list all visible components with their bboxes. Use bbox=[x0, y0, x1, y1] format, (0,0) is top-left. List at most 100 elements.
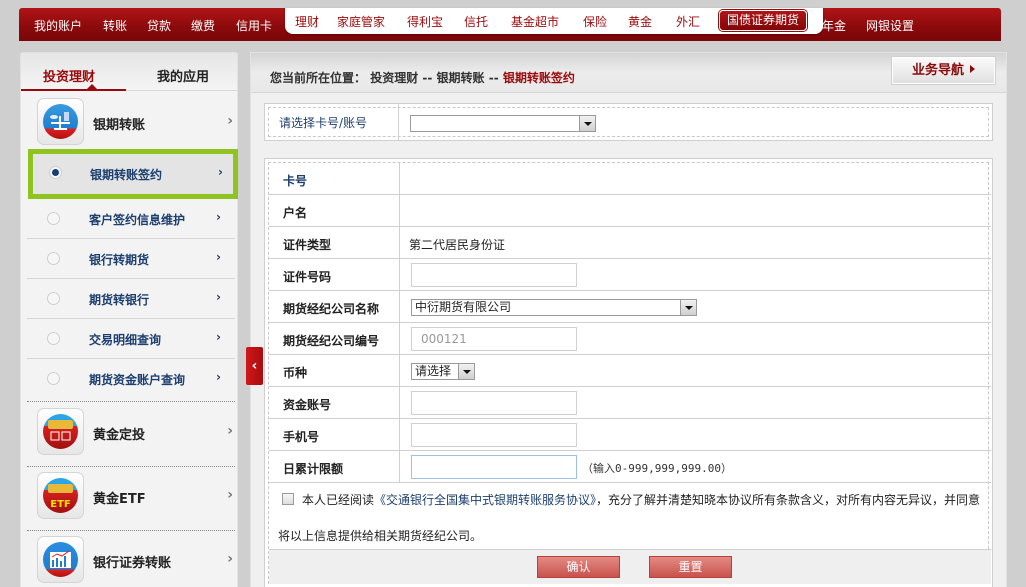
sidebar-category-label: 银行证券转账 bbox=[93, 556, 172, 571]
reset-button[interactable]: 重置 bbox=[649, 556, 732, 578]
sidebar-item-bank-to-futures[interactable]: 银行转期货 › bbox=[27, 239, 235, 279]
daily-limit-input[interactable] bbox=[411, 455, 577, 479]
gold-etf-icon: ETF bbox=[37, 472, 84, 519]
nav-ebank-settings[interactable]: 网银设置 bbox=[866, 17, 914, 34]
svg-text:ETF: ETF bbox=[50, 499, 70, 510]
divider bbox=[399, 195, 400, 227]
form-row-mobile: 手机号 bbox=[269, 419, 991, 451]
sidebar-category-bank-futures[interactable]: 银期转账 › bbox=[21, 93, 237, 155]
chevron-right-icon: › bbox=[216, 370, 221, 384]
chevron-right-icon: › bbox=[227, 551, 233, 567]
broker-name-select-value: 中衍期货有限公司 bbox=[415, 300, 512, 314]
sidebar-category-bank-securities[interactable]: 银行证券转账 › bbox=[21, 531, 237, 587]
mobile-input[interactable] bbox=[411, 423, 577, 447]
field-label: 期货经纪公司编号 bbox=[283, 334, 380, 348]
dropdown-arrow-icon bbox=[579, 116, 595, 131]
nav-forex[interactable]: 外汇 bbox=[676, 13, 700, 30]
sidebar-item-label: 银行转期货 bbox=[89, 253, 150, 267]
agreement-prefix: 本人已经阅读 bbox=[302, 493, 375, 507]
scale-icon bbox=[37, 98, 84, 145]
active-tab-indicator bbox=[21, 89, 126, 91]
sidebar-item-futures-account-query[interactable]: 期货资金账户查询 › bbox=[27, 359, 235, 399]
radio-icon bbox=[47, 252, 60, 265]
business-navigation-button[interactable]: 业务导航 bbox=[892, 57, 995, 84]
sidebar-item-transaction-query[interactable]: 交易明细查询 › bbox=[27, 319, 235, 359]
nav-transfer[interactable]: 转账 bbox=[103, 17, 127, 34]
nav-credit-card[interactable]: 信用卡 bbox=[236, 17, 272, 34]
nav-delibao[interactable]: 得利宝 bbox=[407, 13, 443, 30]
nav-payment[interactable]: 缴费 bbox=[191, 17, 215, 34]
broker-code-input[interactable]: 000121 bbox=[411, 327, 577, 351]
id-number-input[interactable] bbox=[411, 263, 577, 287]
chevron-right-icon: › bbox=[216, 250, 221, 264]
sidebar-category-gold-investment[interactable]: 黄金定投 › bbox=[21, 403, 237, 465]
tab-investment[interactable]: 投资理财 bbox=[43, 66, 95, 85]
radio-icon bbox=[47, 212, 60, 225]
sidebar-item-customer-info[interactable]: 客户签约信息维护 › bbox=[27, 199, 235, 239]
divider bbox=[399, 451, 400, 483]
nav-wealth-group: 理财 家庭管家 得利宝 信托 基金超市 保险 黄金 外汇 国债证券期货 bbox=[285, 8, 823, 34]
nav-gold[interactable]: 黄金 bbox=[628, 13, 652, 30]
nav-annuity[interactable]: 年金 bbox=[822, 17, 846, 34]
field-label: 手机号 bbox=[283, 430, 320, 444]
agreement-line: 本人已经阅读《交通银行全国集中式银期转账服务协议》，充分了解并清楚知晓本协议所有… bbox=[282, 491, 980, 508]
divider bbox=[398, 104, 399, 140]
agreement-link[interactable]: 《交通银行全国集中式银期转账服务协议》 bbox=[374, 493, 596, 507]
agreement-line-2: 将以上信息提供给相关期货经纪公司。 bbox=[278, 529, 483, 543]
confirm-button[interactable]: 确认 bbox=[537, 556, 620, 578]
collapse-sidebar-button[interactable]: ‹ bbox=[246, 347, 263, 385]
sidebar-category-label: 黄金定投 bbox=[93, 428, 146, 443]
nav-my-account[interactable]: 我的账户 bbox=[34, 17, 82, 34]
id-type-value: 第二代居民身份证 bbox=[409, 238, 506, 252]
field-label: 证件类型 bbox=[283, 238, 332, 252]
sidebar-item-label: 交易明细查询 bbox=[89, 333, 162, 347]
radio-icon bbox=[47, 372, 60, 385]
chevron-right-icon: › bbox=[227, 113, 233, 129]
currency-select-value: 请选择 bbox=[415, 364, 452, 378]
nav-bonds-securities-futures[interactable]: 国债证券期货 bbox=[719, 10, 807, 31]
broker-name-select[interactable]: 中衍期货有限公司 bbox=[411, 299, 697, 316]
nav-family-manager[interactable]: 家庭管家 bbox=[337, 13, 385, 30]
card-account-select[interactable] bbox=[410, 115, 596, 132]
divider bbox=[399, 163, 400, 195]
divider bbox=[399, 291, 400, 323]
sidebar-category-label: 银期转账 bbox=[93, 118, 146, 133]
sidebar-item-label: 银期转账签约 bbox=[90, 168, 163, 182]
tab-my-apps[interactable]: 我的应用 bbox=[157, 66, 209, 85]
sidebar-category-gold-etf[interactable]: ETF 黄金ETF › bbox=[21, 467, 237, 529]
breadcrumb-item[interactable]: 银期转账 bbox=[437, 71, 485, 85]
business-navigation-label: 业务导航 bbox=[911, 63, 964, 78]
breadcrumb-separator: -- bbox=[418, 71, 437, 85]
field-label: 证件号码 bbox=[283, 270, 332, 284]
currency-select[interactable]: 请选择 bbox=[411, 363, 475, 380]
dashed-frame bbox=[268, 107, 989, 137]
chevron-right-icon: › bbox=[216, 210, 221, 224]
chevron-right-icon: › bbox=[216, 330, 221, 344]
form-row-id-number: 证件号码 bbox=[269, 259, 991, 291]
nav-insurance[interactable]: 保险 bbox=[583, 13, 607, 30]
top-navigation: 我的账户 转账 贷款 缴费 信用卡 理财 家庭管家 得利宝 信托 基金超市 保险… bbox=[19, 8, 1001, 41]
form-row-broker-name: 期货经纪公司名称 中衍期货有限公司 bbox=[269, 291, 991, 323]
field-label: 币种 bbox=[283, 366, 308, 380]
breadcrumb-item[interactable]: 投资理财 bbox=[370, 71, 418, 85]
sidebar-item-bank-futures-signing[interactable]: 银期转账签约 › bbox=[28, 149, 238, 199]
fund-account-input[interactable] bbox=[411, 391, 577, 415]
field-label: 资金账号 bbox=[283, 398, 332, 412]
form-row-broker-code: 期货经纪公司编号 000121 bbox=[269, 323, 991, 355]
divider bbox=[399, 259, 400, 291]
breadcrumb-prefix: 您当前所在位置： bbox=[270, 71, 367, 85]
sidebar-item-futures-to-bank[interactable]: 期货转银行 › bbox=[27, 279, 235, 319]
field-label: 卡号 bbox=[283, 174, 308, 188]
divider bbox=[399, 323, 400, 355]
nav-wealth[interactable]: 理财 bbox=[295, 13, 319, 30]
nav-trust[interactable]: 信托 bbox=[464, 13, 488, 30]
radio-icon bbox=[47, 292, 60, 305]
nav-fund-market[interactable]: 基金超市 bbox=[511, 13, 559, 30]
active-tab-caret-icon bbox=[87, 84, 97, 89]
nav-loan[interactable]: 贷款 bbox=[147, 17, 171, 34]
agreement-checkbox[interactable] bbox=[282, 493, 294, 505]
chevron-right-icon: › bbox=[227, 487, 233, 503]
divider bbox=[399, 387, 400, 419]
caret-right-icon bbox=[970, 65, 975, 73]
sidebar-item-label: 期货转银行 bbox=[89, 293, 150, 307]
